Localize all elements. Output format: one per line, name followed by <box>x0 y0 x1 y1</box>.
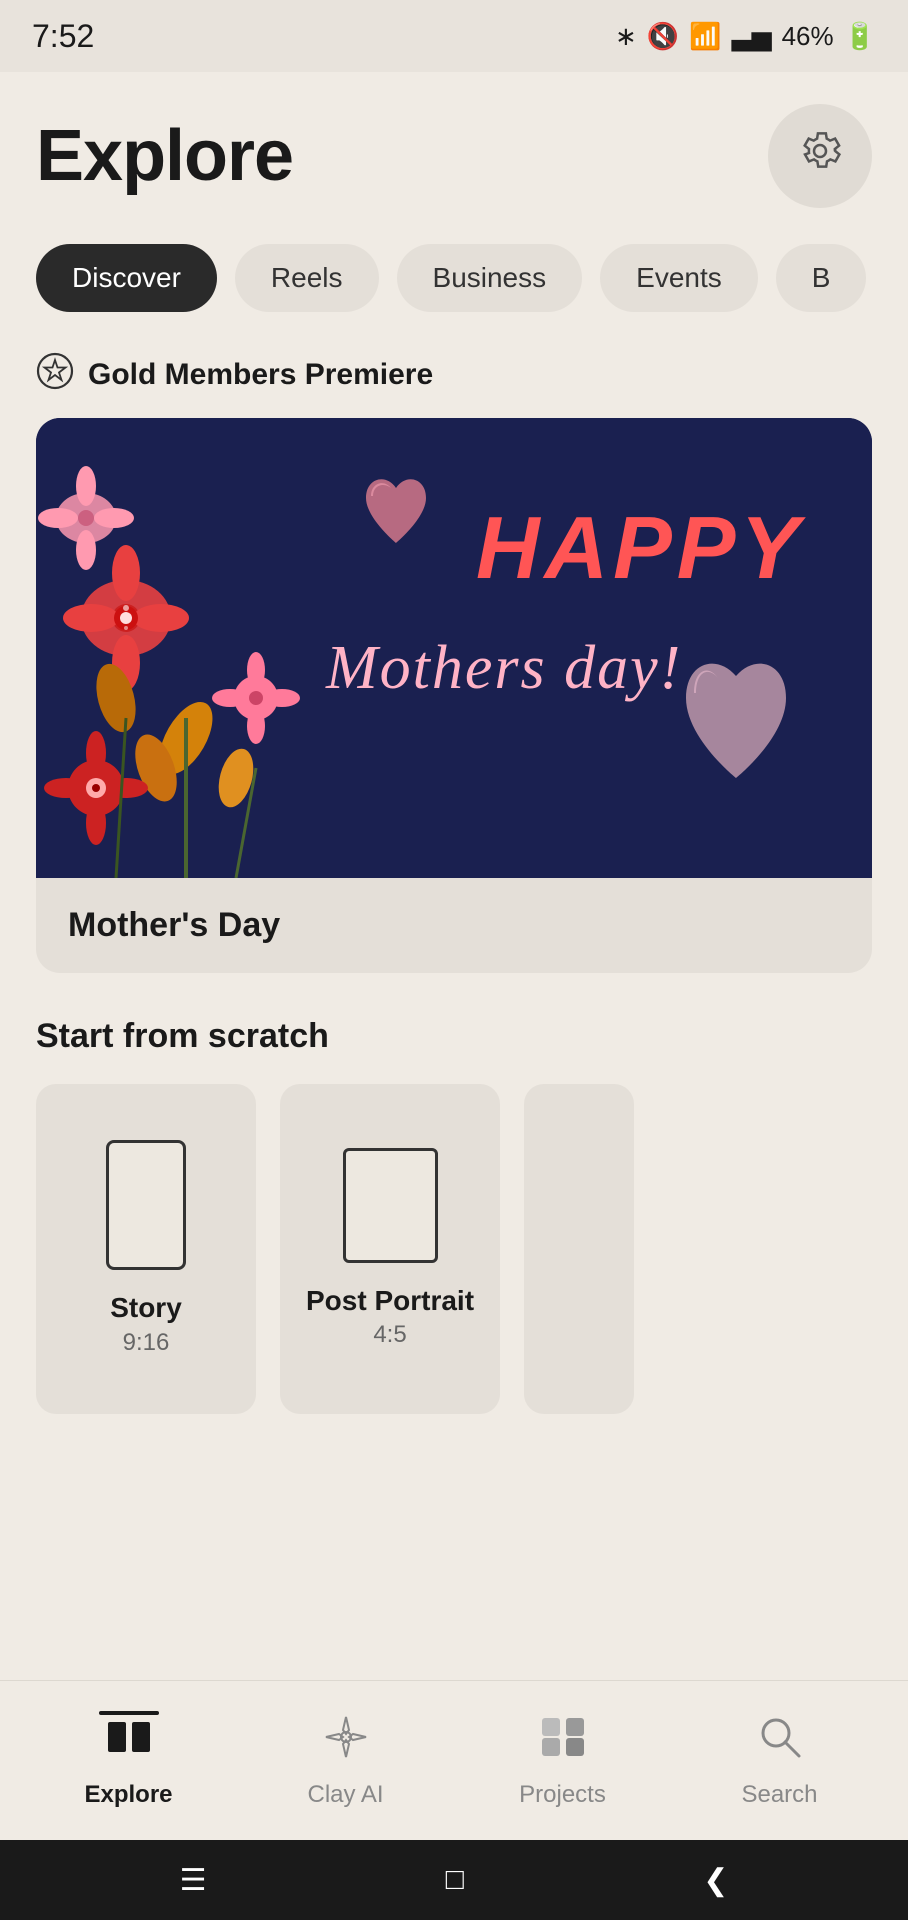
nav-projects[interactable]: Projects <box>454 1712 671 1809</box>
signal-icon: ▃▅ <box>732 21 772 52</box>
scratch-title: Start from scratch <box>36 1017 872 1056</box>
scratch-card-story[interactable]: Story 9:16 <box>36 1084 256 1414</box>
bluetooth-icon: ∗ <box>615 21 637 52</box>
clay-ai-label: Clay AI <box>307 1781 383 1809</box>
scratch-card-post-portrait[interactable]: Post Portrait 4:5 <box>280 1084 500 1414</box>
explore-label: Explore <box>84 1781 172 1809</box>
gold-members-label: Gold Members Premiere <box>88 358 433 392</box>
main-content: Explore Discover Reels Business Events B <box>0 72 908 1680</box>
search-label: Search <box>741 1781 817 1809</box>
status-icons: ∗ 🔇 📶 ▃▅ 46% 🔋 <box>615 21 876 52</box>
feature-card[interactable]: HAPPY Mothers day! Mother's Day <box>36 418 872 973</box>
status-time: 7:52 <box>32 18 94 55</box>
tab-discover[interactable]: Discover <box>36 244 217 312</box>
android-menu-btn[interactable]: ☰ <box>180 1863 207 1898</box>
settings-button[interactable] <box>768 104 872 208</box>
gear-icon <box>796 127 844 186</box>
tab-events[interactable]: Events <box>600 244 758 312</box>
story-label: Story 9:16 <box>110 1290 182 1358</box>
scratch-cards-row: Story 9:16 Post Portrait 4:5 <box>36 1084 872 1414</box>
feature-card-image: HAPPY Mothers day! <box>36 418 872 878</box>
volume-icon: 🔇 <box>647 21 679 52</box>
nav-explore[interactable]: Explore <box>20 1712 237 1809</box>
wifi-icon: 📶 <box>689 21 721 52</box>
feature-card-title: Mother's Day <box>36 878 872 973</box>
status-bar: 7:52 ∗ 🔇 📶 ▃▅ 46% 🔋 <box>0 0 908 72</box>
tab-business[interactable]: Business <box>397 244 583 312</box>
post-portrait-label: Post Portrait 4:5 <box>306 1283 474 1351</box>
page-title: Explore <box>36 115 293 197</box>
gold-members-section: Gold Members Premiere <box>36 352 872 398</box>
scratch-card-partial <box>524 1084 634 1414</box>
scratch-section: Start from scratch Story 9:16 Post Portr… <box>36 1017 872 1414</box>
nav-search[interactable]: Search <box>671 1712 888 1809</box>
explore-icon <box>104 1712 154 1773</box>
bottom-nav: Explore Clay AI Projects <box>0 1680 908 1840</box>
android-home-btn[interactable]: □ <box>446 1863 464 1897</box>
tab-more[interactable]: B <box>776 244 867 312</box>
story-icon <box>106 1140 186 1270</box>
header-row: Explore <box>36 104 872 208</box>
svg-text:HAPPY: HAPPY <box>476 498 806 597</box>
svg-text:Mothers day!: Mothers day! <box>325 634 682 702</box>
filter-tabs: Discover Reels Business Events B <box>36 244 872 312</box>
clay-ai-icon <box>321 1712 371 1773</box>
android-nav: ☰ □ ❮ <box>0 1840 908 1920</box>
battery-text: 46% <box>782 21 834 52</box>
post-portrait-icon <box>343 1148 438 1263</box>
search-icon <box>755 1712 805 1773</box>
gold-star-icon <box>36 352 74 398</box>
tab-reels[interactable]: Reels <box>235 244 379 312</box>
battery-icon: 🔋 <box>844 21 876 52</box>
nav-clay-ai[interactable]: Clay AI <box>237 1712 454 1809</box>
android-back-btn[interactable]: ❮ <box>703 1863 728 1898</box>
projects-label: Projects <box>519 1781 606 1809</box>
projects-icon <box>538 1712 588 1773</box>
